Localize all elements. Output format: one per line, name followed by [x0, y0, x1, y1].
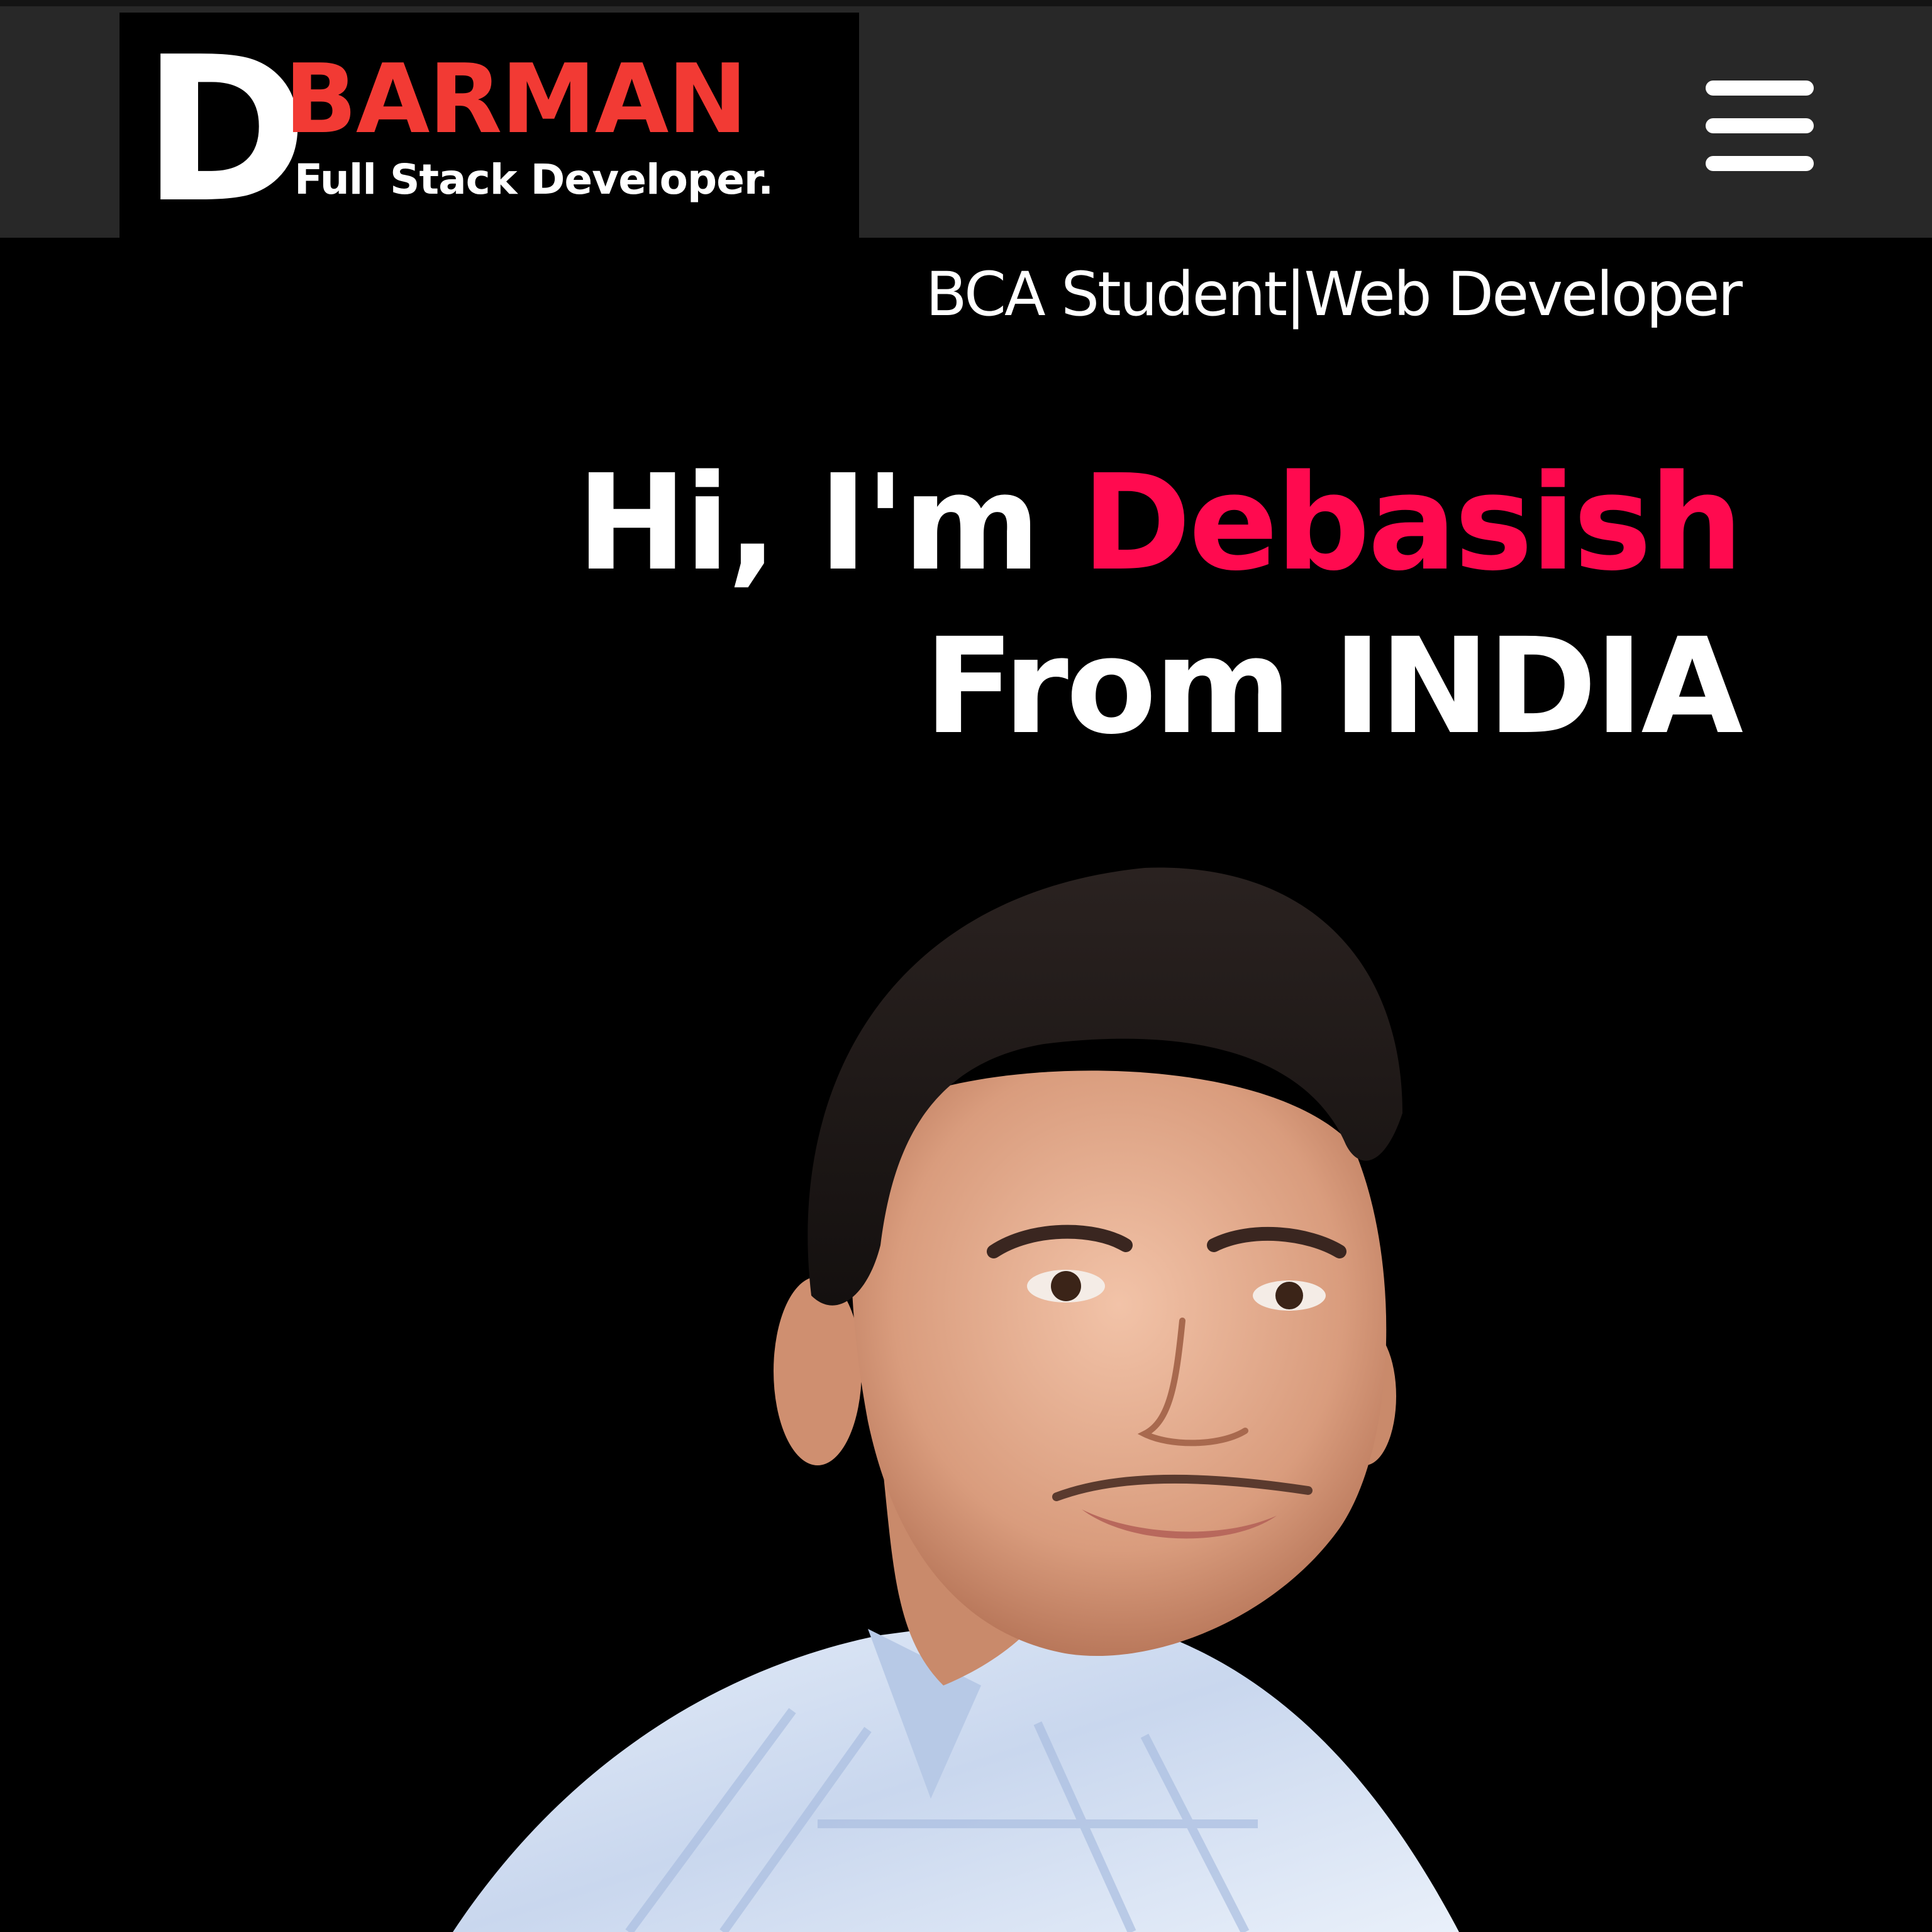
hero-location-line: From INDIA [924, 609, 1743, 763]
left-iris [1051, 1271, 1081, 1301]
hamburger-menu-icon [1706, 80, 1814, 96]
logo-word: BARMAN [284, 43, 748, 155]
hero-name: Debasish [1081, 446, 1743, 600]
logo-tagline: Full Stack Developer. [294, 155, 774, 204]
hero-headline: Hi, I'm Debasish From INDIA [566, 441, 1743, 769]
right-iris [1275, 1282, 1303, 1309]
face-shape [851, 1070, 1387, 1657]
portfolio-page: D BARMAN Full Stack Developer. BCA Stude… [0, 0, 1932, 1932]
profile-photo [453, 867, 1459, 1932]
top-navigation-bar: D BARMAN Full Stack Developer. [0, 0, 1932, 244]
site-logo[interactable]: D BARMAN Full Stack Developer. [119, 13, 859, 244]
hero-greeting: Hi, I'm [576, 446, 1041, 600]
hamburger-menu-button[interactable] [1698, 72, 1819, 185]
hamburger-menu-icon-bar [1706, 118, 1814, 133]
left-ear [774, 1277, 862, 1465]
hero-greeting-line: Hi, I'm Debasish [566, 441, 1743, 605]
hero-subtitle: BCA Student|Web Developer [925, 259, 1743, 330]
hamburger-menu-icon-bar [1706, 156, 1814, 171]
logo-letter: D [142, 14, 308, 247]
